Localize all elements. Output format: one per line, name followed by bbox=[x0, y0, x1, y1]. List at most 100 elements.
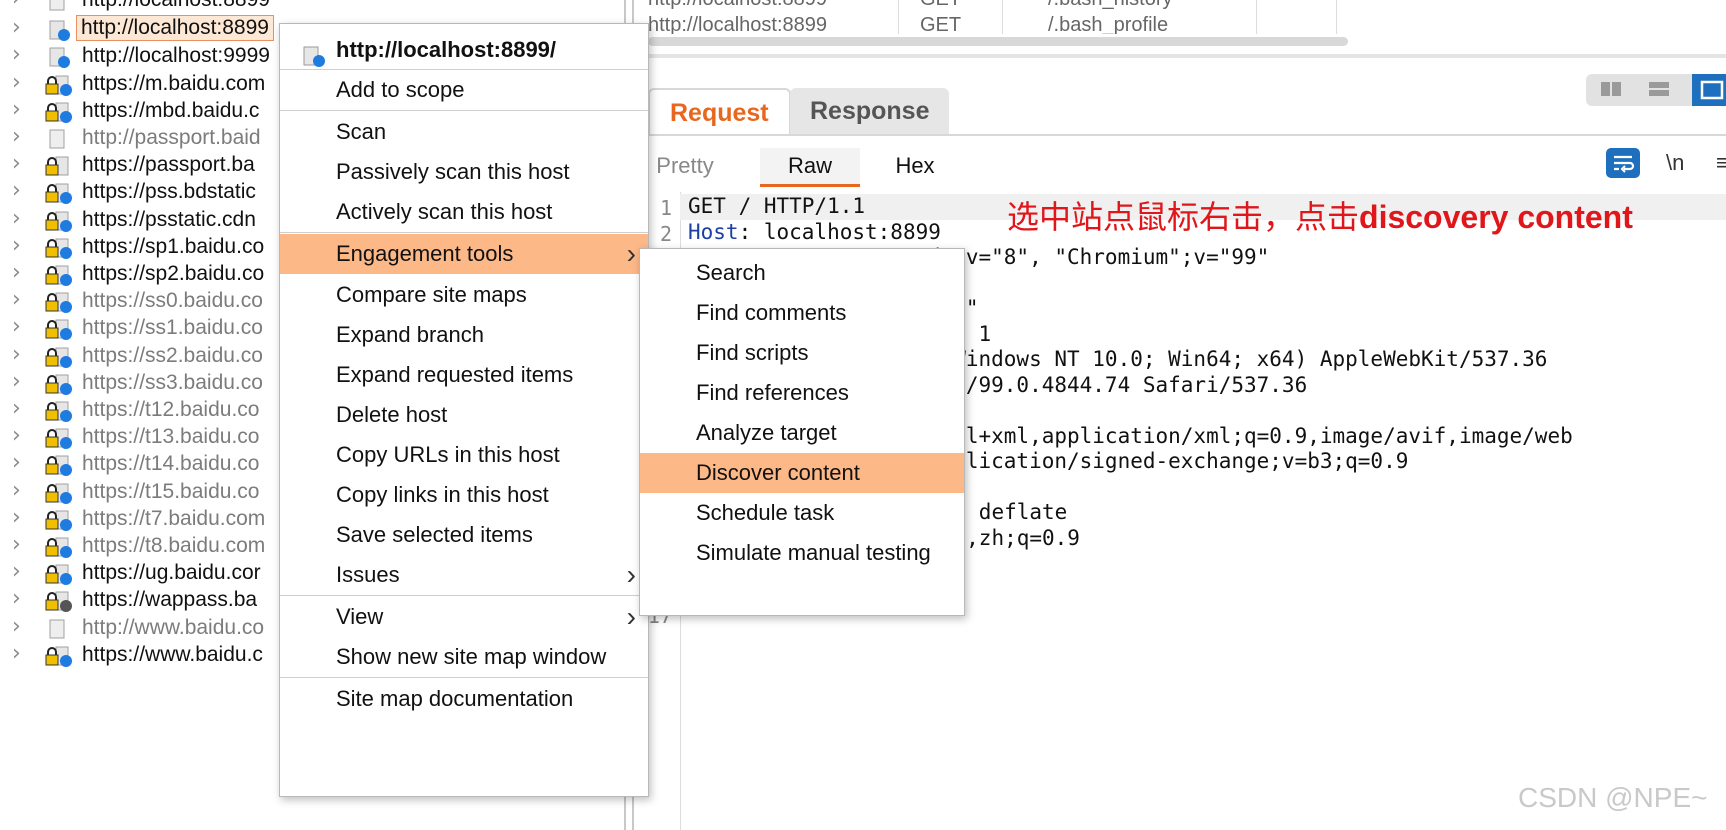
chevron-right-icon[interactable]: › bbox=[12, 316, 28, 338]
tab-hex[interactable]: Hex bbox=[880, 148, 950, 184]
chevron-right-icon[interactable]: › bbox=[12, 588, 28, 610]
annotation-prefix: 选中站点鼠标右击，点击 bbox=[1007, 199, 1360, 235]
chevron-right-icon[interactable]: › bbox=[12, 425, 28, 447]
column-divider[interactable] bbox=[1256, 0, 1257, 34]
menu-item-scan[interactable]: Scan bbox=[280, 112, 648, 152]
menu-item-label: Issues bbox=[336, 562, 400, 587]
tree-item-url: https://www.baidu.c bbox=[82, 642, 263, 666]
layout-side-by-side-icon[interactable] bbox=[1600, 80, 1622, 98]
lock-dot-icon bbox=[44, 454, 74, 477]
menu-separator bbox=[280, 110, 648, 111]
submenu-item-simulate-manual-testing[interactable]: Simulate manual testing bbox=[640, 533, 964, 573]
menu-item-label: Compare site maps bbox=[336, 282, 527, 307]
tab-raw[interactable]: Raw bbox=[760, 148, 860, 187]
menu-item-label: Save selected items bbox=[336, 522, 533, 547]
submenu-item-find-scripts[interactable]: Find scripts bbox=[640, 333, 964, 373]
context-menu: http://localhost:8899/ Add to scope Scan P… bbox=[279, 23, 649, 797]
menu-item-copy-links-in-this-host[interactable]: Copy links in this host bbox=[280, 475, 648, 515]
chevron-right-icon[interactable]: › bbox=[12, 642, 28, 664]
code-line: .8,application/signed-exchange;v=b3;q=0.… bbox=[890, 449, 1408, 473]
menu-item-view[interactable]: View › bbox=[280, 597, 648, 637]
tree-item-url: https://t8.baidu.com bbox=[82, 534, 266, 557]
submenu-item-search[interactable]: Search bbox=[640, 253, 964, 293]
menu-separator bbox=[280, 677, 648, 678]
tree-item-url: https://mbd.baidu.c bbox=[82, 98, 260, 122]
tab-request[interactable]: Request bbox=[648, 88, 791, 136]
menu-item-expand-requested-items[interactable]: Expand requested items bbox=[280, 355, 648, 395]
chevron-right-icon[interactable]: › bbox=[12, 615, 28, 637]
split-divider[interactable] bbox=[636, 54, 1726, 58]
menu-item-save-selected-items[interactable]: Save selected items bbox=[280, 515, 648, 555]
tree-item-url: https://t13.baidu.co bbox=[82, 425, 260, 449]
menu-item-site-map-documentation[interactable]: Site map documentation bbox=[280, 679, 648, 719]
tree-item-url: http://localhost:8899 bbox=[76, 15, 274, 42]
submenu-item-analyze-target[interactable]: Analyze target bbox=[640, 413, 964, 453]
chevron-right-icon[interactable]: › bbox=[12, 343, 28, 365]
column-divider[interactable] bbox=[898, 0, 899, 34]
submenu-item-find-comments[interactable]: Find comments bbox=[640, 293, 964, 333]
show-newlines-button[interactable]: \n bbox=[1666, 150, 1684, 176]
lock-dot-icon bbox=[44, 346, 74, 368]
chevron-right-icon[interactable]: › bbox=[12, 180, 28, 202]
submenu-item-discover-content[interactable]: Discover content bbox=[640, 453, 964, 493]
chevron-right-icon[interactable]: › bbox=[12, 234, 28, 256]
column-divider[interactable] bbox=[1336, 0, 1337, 34]
word-wrap-icon[interactable] bbox=[1606, 148, 1640, 178]
chevron-right-icon[interactable]: › bbox=[12, 17, 28, 39]
chevron-right-icon[interactable]: › bbox=[12, 561, 28, 583]
layout-tabs-icon[interactable] bbox=[1692, 74, 1726, 106]
horizontal-scrollbar[interactable] bbox=[648, 37, 1348, 46]
tabs-divider bbox=[636, 134, 1726, 136]
menu-item-label: Passively scan this host bbox=[336, 159, 570, 184]
chevron-right-icon[interactable]: › bbox=[12, 98, 28, 120]
chevron-right-icon[interactable]: › bbox=[12, 534, 28, 556]
submenu-item-schedule-task[interactable]: Schedule task bbox=[640, 493, 964, 533]
submenu-item-find-references[interactable]: Find references bbox=[640, 373, 964, 413]
chevron-right-icon[interactable]: › bbox=[12, 398, 28, 420]
chevron-right-icon[interactable]: › bbox=[12, 262, 28, 284]
menu-item-label: Copy URLs in this host bbox=[336, 442, 560, 467]
menu-item-compare-site-maps[interactable]: Compare site maps bbox=[280, 275, 648, 315]
tab-pretty[interactable]: Pretty bbox=[650, 148, 720, 184]
tab-response[interactable]: Response bbox=[790, 88, 950, 134]
chevron-right-icon[interactable]: › bbox=[12, 479, 28, 501]
chevron-right-icon[interactable]: › bbox=[12, 126, 28, 148]
menu-item-delete-host[interactable]: Delete host bbox=[280, 395, 648, 435]
header-value: 5.0 (Windows NT 10.0; Win64; x64) AppleW… bbox=[890, 347, 1548, 371]
engagement-tools-submenu: Search Find comments Find scripts Find refe… bbox=[639, 248, 965, 616]
lock-gray-dot-icon bbox=[44, 590, 74, 613]
chevron-right-icon[interactable]: › bbox=[12, 0, 28, 10]
menu-item-passively-scan-this-host[interactable]: Passively scan this host bbox=[280, 152, 648, 192]
tree-item-url: http://localhost:8899 bbox=[82, 0, 270, 12]
history-host: http://localhost:8899 bbox=[648, 14, 828, 34]
chevron-right-icon[interactable]: › bbox=[12, 207, 28, 229]
chevron-right-icon[interactable]: › bbox=[12, 506, 28, 528]
menu-item-show-new-site-map-window[interactable]: Show new site map window bbox=[280, 637, 648, 677]
history-host: http://localhost:8899 bbox=[648, 0, 827, 11]
chevron-right-icon[interactable]: › bbox=[12, 71, 28, 93]
menu-separator bbox=[280, 595, 648, 596]
menu-item-engagement-tools[interactable]: Engagement tools › bbox=[280, 234, 648, 274]
menu-item-add-to-scope[interactable]: Add to scope bbox=[280, 70, 648, 110]
tree-item-url: http://www.baidu.co bbox=[82, 615, 265, 639]
chevron-right-icon[interactable]: › bbox=[12, 153, 28, 175]
menu-item-issues[interactable]: Issues › bbox=[280, 555, 648, 595]
code-line: Host: localhost:8899 bbox=[688, 220, 941, 244]
annotation-text: 选中站点鼠标右击，点击discovery content bbox=[1007, 192, 1633, 238]
lock-dot-icon bbox=[44, 210, 74, 232]
code-line: GET / HTTP/1.1 bbox=[688, 194, 865, 218]
chevron-right-icon[interactable]: › bbox=[12, 289, 28, 311]
layout-stacked-icon[interactable] bbox=[1648, 80, 1670, 98]
tree-item[interactable]: › http://localhost:8899 bbox=[0, 0, 630, 15]
chevron-right-icon[interactable]: › bbox=[12, 452, 28, 474]
editor-menu-icon[interactable]: ≡ bbox=[1716, 150, 1726, 176]
menu-item-actively-scan-this-host[interactable]: Actively scan this host bbox=[280, 192, 648, 232]
chevron-right-icon[interactable]: › bbox=[12, 370, 28, 392]
menu-item-copy-urls-in-this-host[interactable]: Copy URLs in this host bbox=[280, 435, 648, 475]
lock-dot-icon bbox=[44, 318, 74, 341]
submenu-item-label: Simulate manual testing bbox=[696, 540, 931, 565]
tree-item-url: https://sp2.baidu.co bbox=[82, 262, 265, 285]
chevron-right-icon[interactable]: › bbox=[12, 44, 28, 66]
menu-item-expand-branch[interactable]: Expand branch bbox=[280, 315, 648, 355]
column-divider[interactable] bbox=[1002, 0, 1003, 34]
